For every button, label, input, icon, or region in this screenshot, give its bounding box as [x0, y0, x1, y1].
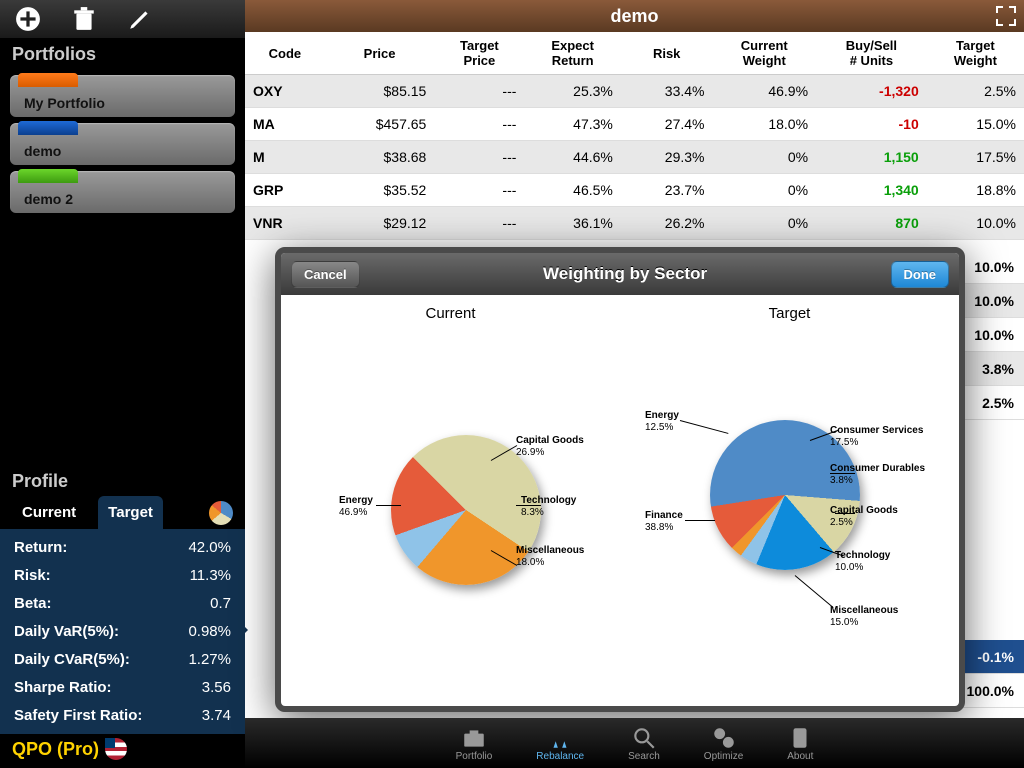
brand-label: QPO (Pro)	[0, 734, 245, 766]
portfolio-name: demo	[20, 139, 61, 165]
pie-label: Miscellaneous18.0%	[516, 545, 584, 569]
edit-icon[interactable]	[127, 6, 153, 32]
sidebar: Portfolios My Portfolio demo demo 2 Profil…	[0, 0, 245, 768]
pie-label: Energy12.5%	[645, 410, 679, 434]
portfolio-folder[interactable]: demo 2	[10, 171, 235, 213]
portfolio-name: demo 2	[20, 187, 73, 213]
pie-toggle-icon[interactable]	[209, 501, 233, 525]
pie-label: Capital Goods2.5%	[830, 505, 898, 529]
expand-icon[interactable]	[994, 4, 1018, 28]
bottom-tabbar: Portfolio Rebalance Search Optimize Abou…	[245, 718, 1024, 768]
pie-label: Finance38.8%	[645, 510, 683, 534]
chart-target-title: Target	[620, 295, 959, 332]
chart-current-title: Current	[281, 295, 620, 332]
profile-panel: Profile Current Target Return:42.0% Risk:…	[0, 471, 245, 768]
portfolio-name: My Portfolio	[20, 91, 105, 117]
trash-icon[interactable]	[71, 6, 97, 32]
tab-rebalance[interactable]: Rebalance	[528, 722, 592, 765]
tab-optimize[interactable]: Optimize	[696, 722, 751, 765]
tab-search[interactable]: Search	[620, 722, 668, 765]
pie-label: Technology10.0%	[835, 550, 890, 574]
modal-title: Weighting by Sector	[543, 264, 707, 284]
pie-label: Consumer Services17.5%	[830, 425, 923, 449]
col-header: Risk	[621, 32, 713, 75]
cancel-button[interactable]: Cancel	[291, 261, 360, 288]
page-title: demo	[610, 6, 658, 27]
profile-label: Profile	[0, 471, 245, 496]
tab-portfolio[interactable]: Portfolio	[448, 722, 501, 765]
profile-metrics: Return:42.0% Risk:11.3% Beta:0.7 Daily VaR(…	[0, 529, 245, 734]
portfolio-list: My Portfolio demo demo 2	[0, 71, 245, 217]
pie-label: Energy46.9%	[339, 495, 373, 519]
pie-label: Miscellaneous15.0%	[830, 605, 898, 629]
col-header: TargetWeight	[927, 32, 1024, 75]
table-row[interactable]: M$38.68---44.6%29.3%0%1,15017.5%	[245, 141, 1024, 174]
table-row[interactable]: MA$457.65---47.3%27.4%18.0%-1015.0%	[245, 108, 1024, 141]
col-header: Code	[245, 32, 325, 75]
flag-icon	[105, 738, 127, 760]
table-row[interactable]: GRP$35.52---46.5%23.7%0%1,34018.8%	[245, 174, 1024, 207]
col-header: CurrentWeight	[713, 32, 817, 75]
metric-row: Return:42.0%	[14, 539, 231, 556]
col-header: Price	[325, 32, 435, 75]
metric-row: Risk:11.3%	[14, 567, 231, 584]
pie-label: Technology8.3%	[521, 495, 576, 519]
tab-about[interactable]: About	[779, 722, 821, 765]
metric-row: Daily VaR(5%):0.98%	[14, 623, 231, 640]
portfolio-folder[interactable]: demo	[10, 123, 235, 165]
chart-current: Current Capital Goods26.9% Technology8.3%…	[281, 295, 620, 706]
metric-row: Safety First Ratio:3.74	[14, 707, 231, 724]
table-row[interactable]: OXY$85.15---25.3%33.4%46.9%-1,3202.5%	[245, 75, 1024, 108]
add-icon[interactable]	[15, 6, 41, 32]
col-header: TargetPrice	[434, 32, 524, 75]
metric-row: Sharpe Ratio:3.56	[14, 679, 231, 696]
tab-current[interactable]: Current	[12, 496, 86, 529]
sidebar-toolbar	[0, 0, 245, 38]
chart-target: Target Energy12.5% Consumer Services17.5%…	[620, 295, 959, 706]
metric-row: Daily CVaR(5%):1.27%	[14, 651, 231, 668]
portfolio-folder[interactable]: My Portfolio	[10, 75, 235, 117]
title-bar: demo	[245, 0, 1024, 32]
sector-modal: Cancel Weighting by Sector Done Current …	[275, 247, 965, 712]
portfolios-label: Portfolios	[0, 38, 245, 71]
col-header: ExpectReturn	[524, 32, 620, 75]
done-button[interactable]: Done	[891, 261, 950, 288]
table-row[interactable]: VNR$29.12---36.1%26.2%0%87010.0%	[245, 207, 1024, 240]
metric-row: Beta:0.7	[14, 595, 231, 612]
col-header: Buy/Sell# Units	[816, 32, 927, 75]
holdings-table: CodePriceTargetPriceExpectReturnRiskCurr…	[245, 32, 1024, 240]
pie-label: Consumer Durables3.8%	[830, 463, 925, 487]
pie-label: Capital Goods26.9%	[516, 435, 584, 459]
tab-target[interactable]: Target	[98, 496, 163, 529]
